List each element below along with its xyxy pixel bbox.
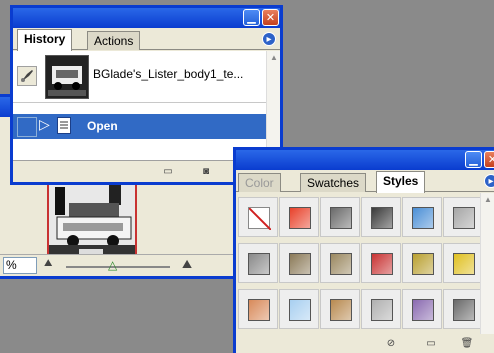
styles-footer: ⊘ ▭ 🗑 [236,334,494,353]
history-menu-button[interactable]: ▸ [262,32,276,46]
history-list: BGlade's_Lister_body1_te... ▷ Open ▲ ▼ [13,51,280,160]
minimize-button[interactable]: ▁ [243,9,260,26]
style-preview [371,207,393,229]
tab-history[interactable]: History [17,29,73,51]
styles-menu-button[interactable]: ▸ [484,174,494,188]
style-swatch[interactable] [361,289,401,329]
style-preview [453,299,475,321]
style-preview [289,207,311,229]
trash-icon[interactable]: 🗑 [460,337,474,350]
style-swatch[interactable] [361,197,401,237]
style-swatch[interactable] [238,197,278,237]
styles-titlebar[interactable]: ▁ ✕ [236,150,494,170]
new-style-icon[interactable]: ▭ [424,337,438,350]
style-preview [453,253,475,275]
zoom-in-icon[interactable]: ⛰ [182,257,192,272]
style-preview [453,207,475,229]
zoom-percent-field[interactable]: % [3,257,37,274]
zoom-slider-track[interactable] [66,266,170,268]
new-document-from-state-icon[interactable]: ▭ [161,165,175,178]
style-swatch[interactable] [443,197,483,237]
style-preview [412,253,434,275]
tab-styles[interactable]: Styles [376,171,426,193]
style-preview [412,207,434,229]
style-preview [289,253,311,275]
history-scrollbar[interactable]: ▲ ▼ [266,51,280,160]
style-swatch[interactable] [361,243,401,283]
close-button[interactable]: ✕ [484,151,494,168]
style-preview [248,207,272,231]
style-swatch[interactable] [402,289,442,329]
tab-swatches[interactable]: Swatches [300,173,367,192]
scroll-up-icon[interactable]: ▲ [267,51,281,65]
style-preview [289,299,311,321]
style-swatch[interactable] [443,289,483,329]
history-state-open[interactable]: ▷ Open [13,114,266,139]
style-swatch[interactable] [402,243,442,283]
history-state-label: Open [87,119,118,133]
style-swatch[interactable] [320,289,360,329]
style-swatch[interactable] [279,243,319,283]
navigator-preview-thumbnail[interactable] [47,181,137,263]
style-swatch[interactable] [238,243,278,283]
style-swatch[interactable] [443,243,483,283]
style-swatch[interactable] [279,197,319,237]
history-brush-source-icon[interactable] [17,66,37,86]
style-swatch[interactable] [320,243,360,283]
history-titlebar[interactable]: ▁ ✕ [13,8,280,28]
zoom-slider-thumb-icon[interactable]: △ [108,258,117,272]
open-document-icon [57,117,71,134]
style-preview [371,253,393,275]
tab-actions[interactable]: Actions [87,31,141,50]
style-preview [371,299,393,321]
style-swatch[interactable] [320,197,360,237]
snapshot-thumbnail [45,55,89,99]
style-preview [412,299,434,321]
snapshot-label: BGlade's_Lister_body1_te... [93,67,244,81]
styles-scrollbar[interactable]: ▲ [480,193,494,334]
style-preview [330,299,352,321]
navigator-zoom-bar: % ⛰ △ ⛰ [0,254,238,276]
history-snapshot-row[interactable]: BGlade's_Lister_body1_te... [13,51,266,103]
styles-palette: ▁ ✕ Color Swatches Styles ▸ ▲ ⊘ ▭ 🗑 [233,147,494,353]
styles-grid [236,193,488,334]
current-state-marker-icon: ▷ [39,116,50,132]
style-swatch[interactable] [402,197,442,237]
new-snapshot-icon[interactable]: ◙ [199,165,213,178]
style-preview [330,253,352,275]
clear-style-icon[interactable]: ⊘ [384,337,398,350]
close-button[interactable]: ✕ [262,9,279,26]
styles-tab-strip: Color Swatches Styles ▸ [236,170,494,193]
style-preview [248,299,270,321]
zoom-out-icon[interactable]: ⛰ [44,258,52,269]
style-swatch[interactable] [238,289,278,329]
minimize-button[interactable]: ▁ [465,151,482,168]
style-swatch[interactable] [279,289,319,329]
style-preview [330,207,352,229]
style-preview [248,253,270,275]
history-tab-strip: History Actions ▸ [13,28,280,51]
history-brush-source-checkbox[interactable] [17,117,37,137]
tab-color[interactable]: Color [238,173,281,192]
scroll-up-icon[interactable]: ▲ [481,193,494,207]
